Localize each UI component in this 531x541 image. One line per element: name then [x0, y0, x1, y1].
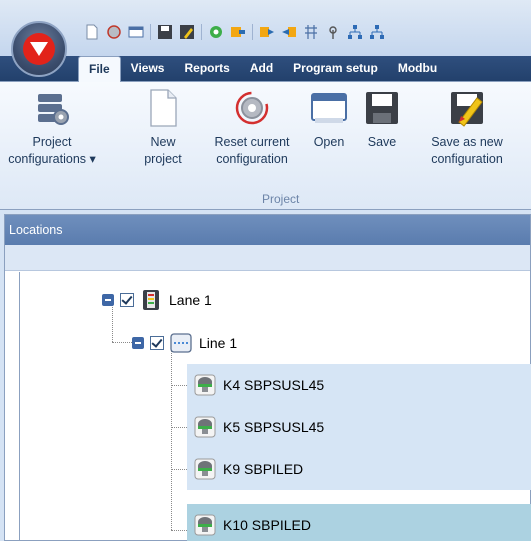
reset-configuration-label-1: Reset current	[214, 135, 290, 149]
ribbon-tabs: File Views Reports Add Program setup Mod…	[78, 56, 447, 82]
tree-node-k10[interactable]: K10 SBPILED	[187, 504, 531, 541]
tree-node-label: Lane 1	[169, 292, 212, 308]
tab-views[interactable]: Views	[121, 56, 175, 82]
qat-separator	[150, 24, 151, 40]
open-icon	[311, 93, 347, 123]
tab-modbus[interactable]: Modbu	[388, 56, 447, 82]
app-logo-icon	[23, 33, 55, 65]
antenna-icon[interactable]	[325, 24, 341, 40]
collapse-toggle[interactable]	[102, 294, 114, 306]
tab-add[interactable]: Add	[240, 56, 283, 82]
project-configurations-icon	[38, 94, 69, 125]
open-label: Open	[313, 135, 345, 149]
save-label: Save	[367, 135, 397, 149]
title-bar	[0, 0, 531, 56]
project-configurations-label-2: configurations ▾	[8, 152, 96, 166]
collapse-toggle[interactable]	[132, 337, 144, 349]
export-icon[interactable]	[230, 24, 246, 40]
lane-1-checkbox[interactable]	[120, 293, 134, 307]
tree-node-label: Line 1	[199, 335, 238, 351]
tree-node-label: K5 SBPSUSL45	[223, 419, 325, 435]
network-icon[interactable]	[369, 24, 385, 40]
locations-tree: Lane 1 Line 1 K4 SBPSUSL45 K5 SBPSUSL45 …	[19, 272, 531, 541]
tree-connector	[171, 342, 172, 530]
lane-icon	[143, 290, 159, 310]
project-group-label: Project	[262, 192, 300, 206]
bus-icon[interactable]	[303, 24, 319, 40]
tree-connector	[171, 427, 187, 428]
reset-configuration-icon	[235, 91, 269, 125]
line-1-checkbox[interactable]	[150, 336, 164, 350]
tab-reports[interactable]: Reports	[174, 56, 239, 82]
upload-icon[interactable]	[259, 24, 275, 40]
open-button[interactable]: Open	[306, 88, 352, 151]
sensor-icon	[194, 374, 216, 396]
new-document-icon[interactable]	[84, 24, 100, 40]
tree-node-label: K10 SBPILED	[223, 517, 311, 533]
tree-node-line-1[interactable]: Line 1	[132, 322, 237, 364]
save-as-new-label-1: Save as new	[431, 135, 503, 149]
save-as-new-label-2: configuration	[431, 152, 503, 166]
locations-toolbar	[5, 245, 530, 271]
save-icon[interactable]	[157, 24, 173, 40]
quick-access-toolbar	[84, 20, 385, 44]
tree-node-label: K4 SBPSUSL45	[223, 377, 325, 393]
application-menu-button[interactable]	[11, 21, 67, 77]
save-icon	[366, 92, 398, 124]
line-icon	[170, 333, 192, 353]
project-configurations-button[interactable]: Project configurations ▾	[2, 88, 102, 168]
tree-connector	[171, 469, 187, 470]
sensor-icon	[194, 416, 216, 438]
new-project-label-2: project	[144, 152, 182, 166]
open-icon[interactable]	[128, 24, 144, 40]
reset-icon[interactable]	[106, 24, 122, 40]
new-project-label-1: New	[150, 135, 176, 149]
qat-separator	[201, 24, 202, 40]
network-icon[interactable]	[347, 24, 363, 40]
tree-node-k9[interactable]: K9 SBPILED	[187, 448, 531, 490]
save-as-icon[interactable]	[179, 24, 195, 40]
project-configurations-label-1: Project	[32, 135, 72, 149]
tab-file[interactable]: File	[78, 56, 121, 82]
tab-program-setup[interactable]: Program setup	[283, 56, 388, 82]
save-as-new-configuration-button[interactable]: Save as new configuration	[412, 88, 522, 168]
sensor-icon	[194, 514, 216, 536]
tree-node-label: K9 SBPILED	[223, 461, 304, 477]
tree-node-k5[interactable]: K5 SBPSUSL45	[187, 406, 531, 448]
locations-panel: Locations Lane 1 Line 1 K4 SBPSUSL45 K5 …	[4, 214, 531, 541]
download-icon[interactable]	[281, 24, 297, 40]
save-as-new-icon	[451, 92, 483, 127]
reset-configuration-label-2: configuration	[216, 152, 288, 166]
sensor-icon	[194, 458, 216, 480]
save-button[interactable]: Save	[360, 88, 404, 151]
tree-connector	[171, 530, 187, 531]
ribbon-panel: Project configurations ▾ New project Res…	[0, 81, 531, 210]
new-project-icon	[150, 89, 177, 127]
reset-configuration-button[interactable]: Reset current configuration	[202, 88, 302, 168]
qat-separator	[252, 24, 253, 40]
new-project-button[interactable]: New project	[137, 88, 189, 168]
tree-node-lane-1[interactable]: Lane 1	[102, 279, 212, 321]
locations-header: Locations	[5, 215, 530, 245]
tree-connector	[171, 385, 187, 386]
tree-node-k4[interactable]: K4 SBPSUSL45	[187, 364, 531, 406]
settings-icon[interactable]	[208, 24, 224, 40]
